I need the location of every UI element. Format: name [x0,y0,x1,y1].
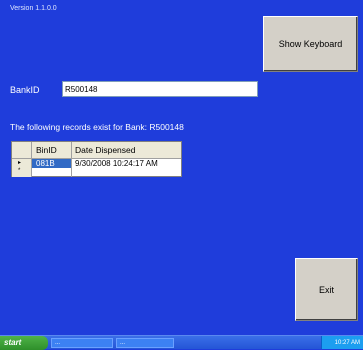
new-row-icon: * [18,168,21,174]
grid-header: BinID Date Dispensed [12,142,181,159]
taskbar-item[interactable]: ... [116,337,174,348]
system-tray: 10:27 AM [321,336,363,349]
taskbar-item[interactable]: ... [51,337,113,348]
records-message: The following records exist for Bank: R5… [10,122,184,132]
taskbar: start ... ... 10:27 AM [0,335,363,350]
bank-id-label: BankID [10,85,40,95]
column-header-date-dispensed[interactable]: Date Dispensed [72,142,181,158]
cell-binid[interactable]: 081B [32,159,72,168]
exit-button[interactable]: Exit [295,258,358,321]
column-header-binid[interactable]: BinID [32,142,72,158]
table-row-new[interactable]: * [12,168,181,177]
row-selector[interactable]: ▸ [12,159,32,168]
show-keyboard-button[interactable]: Show Keyboard [263,16,358,72]
table-row[interactable]: ▸ 081B 9/30/2008 10:24:17 AM [12,159,181,168]
clock: 10:27 AM [334,339,360,346]
row-selector[interactable]: * [12,168,32,177]
grid-corner [12,142,32,158]
cell-binid[interactable] [32,168,72,177]
bank-id-input[interactable] [62,81,258,97]
version-label: Version 1.1.0.0 [10,5,57,12]
cell-date-dispensed[interactable] [72,168,181,177]
current-row-icon: ▸ [18,160,22,166]
cell-date-dispensed[interactable]: 9/30/2008 10:24:17 AM [72,159,181,168]
start-button[interactable]: start [0,335,48,350]
records-grid: BinID Date Dispensed ▸ 081B 9/30/2008 10… [11,141,182,177]
